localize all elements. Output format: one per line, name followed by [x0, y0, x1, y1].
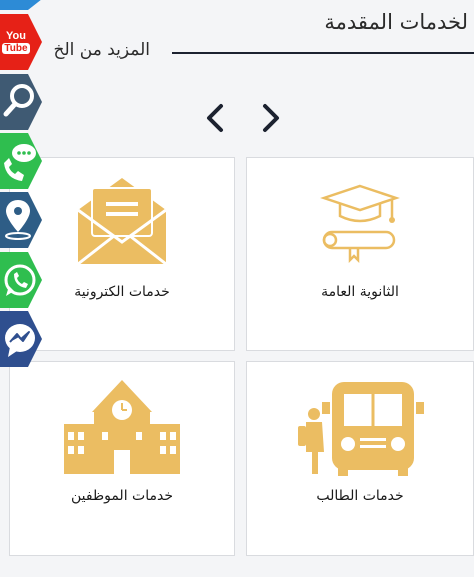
graduation-icon	[320, 184, 400, 264]
card-employee-services[interactable]: خدمات الموظفين	[9, 361, 235, 556]
card-label: خدمات الكترونية	[74, 284, 170, 300]
search-icon	[0, 74, 42, 130]
card-electronic-services[interactable]: خدمات الكترونية	[9, 157, 235, 351]
youtube-label-top: You	[6, 29, 26, 42]
divider	[172, 52, 474, 54]
school-icon	[64, 380, 180, 474]
carousel-prev-button[interactable]	[200, 101, 230, 135]
whatsapp-button[interactable]	[0, 252, 42, 308]
card-label: خدمات الطالب	[316, 488, 404, 504]
chat-phone-icon	[0, 133, 42, 189]
location-pin-icon	[0, 192, 42, 248]
card-label: خدمات الموظفين	[71, 488, 173, 504]
card-high-school[interactable]: الثانوية العامة	[246, 157, 474, 351]
bus-icon	[298, 382, 424, 476]
card-label: الثانوية العامة	[321, 284, 399, 300]
messenger-icon	[0, 311, 42, 367]
share-button[interactable]	[0, 0, 42, 10]
messenger-button[interactable]	[0, 311, 42, 367]
more-link[interactable]: المزيد من الخ	[40, 40, 151, 60]
chevron-right-icon	[263, 104, 279, 132]
chevron-left-icon	[207, 104, 223, 132]
location-button[interactable]	[0, 192, 42, 248]
search-button[interactable]	[0, 74, 42, 130]
page-title: لخدمات المقدمة	[324, 10, 468, 34]
youtube-button[interactable]: You Tube	[0, 14, 42, 70]
chat-call-button[interactable]	[0, 133, 42, 189]
envelope-icon	[77, 178, 167, 266]
whatsapp-icon	[0, 252, 42, 308]
share-icon	[0, 0, 41, 10]
card-student-services[interactable]: خدمات الطالب	[246, 361, 474, 556]
carousel-next-button[interactable]	[256, 101, 286, 135]
youtube-label-bottom: Tube	[2, 42, 30, 54]
